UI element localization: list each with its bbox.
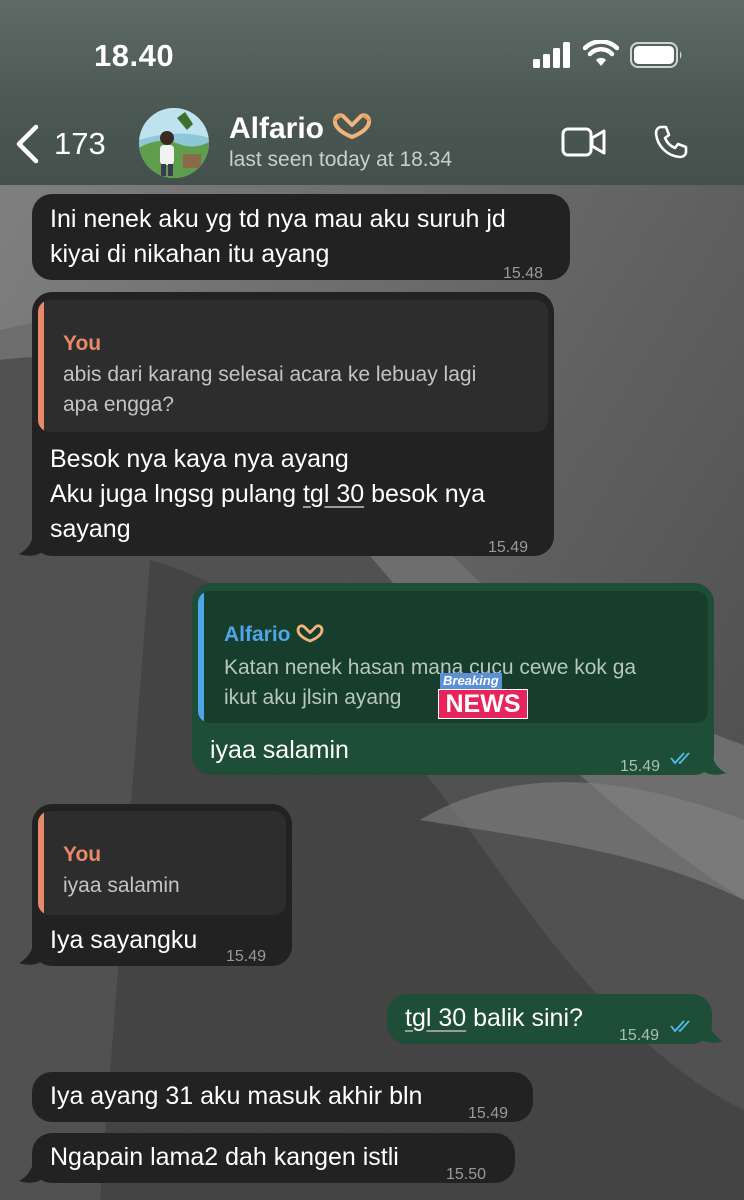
- message-text: sayang: [50, 515, 131, 543]
- sticker-top-text: Breaking: [440, 673, 502, 689]
- message-text: kiyai di nikahan itu ayang: [50, 240, 330, 268]
- quote-author: You: [63, 843, 102, 866]
- status-time: 18.40: [94, 38, 175, 73]
- phone-icon[interactable]: [653, 124, 689, 160]
- chat-header: 18.40 173 Alfario last seen today at 18.…: [0, 0, 744, 185]
- hands-heart-emoji: [297, 624, 324, 643]
- message-text: iyaa salamin: [210, 736, 349, 764]
- quote-text: iyaa salamin: [63, 874, 180, 897]
- quote-accent-bar: [38, 300, 44, 432]
- double-check-icon: [670, 1020, 690, 1033]
- quoted-message[interactable]: You iyaa salamin: [38, 811, 286, 915]
- back-button[interactable]: 173: [14, 120, 106, 168]
- message-time: 15.50: [446, 1166, 487, 1183]
- message-text: tgl 30 balik sini?: [405, 1004, 583, 1032]
- quote-text: apa engga?: [63, 393, 174, 416]
- date-link[interactable]: tgl 30: [303, 480, 364, 508]
- quote-accent-bar: [38, 811, 44, 915]
- message-bubble-incoming[interactable]: Ngapain lama2 dah kangen istli 15.50: [32, 1133, 515, 1183]
- quote-text: Katan nenek hasan mana cucu cewe kok ga: [224, 656, 637, 679]
- battery-icon: [630, 42, 682, 68]
- message-bubble-incoming[interactable]: Iya ayang 31 aku masuk akhir bln 15.49: [32, 1072, 533, 1122]
- message-text: Aku juga lngsg pulang tgl 30 besok nya: [50, 480, 486, 508]
- sticker-bottom-text: NEWS: [438, 689, 528, 719]
- message-time: 15.49: [468, 1105, 509, 1122]
- message-text: Iya sayangku: [50, 926, 198, 954]
- last-seen-status: last seen today at 18.34: [229, 148, 452, 171]
- avatar[interactable]: [139, 108, 209, 178]
- message-time: 15.49: [620, 758, 661, 775]
- breaking-news-sticker: Breaking NEWS: [438, 673, 528, 719]
- message-text: Iya ayang 31 aku masuk akhir bln: [50, 1082, 423, 1110]
- date-link[interactable]: tgl 30: [405, 1004, 466, 1032]
- message-bubble-incoming[interactable]: You iyaa salamin Iya sayangku 15.49: [32, 804, 292, 966]
- message-bubble-outgoing[interactable]: tgl 30 balik sini? 15.49: [387, 994, 712, 1044]
- message-time: 15.48: [503, 265, 544, 282]
- message-text: Besok nya kaya nya ayang: [50, 445, 349, 473]
- signal-icon: [533, 42, 570, 68]
- quote-text: ikut aku jlsin ayang: [224, 686, 402, 709]
- message-text: Ngapain lama2 dah kangen istli: [50, 1143, 399, 1171]
- wifi-icon: [583, 40, 619, 66]
- hands-heart-emoji: [333, 113, 372, 139]
- quote-author: You: [63, 332, 102, 355]
- message-time: 15.49: [619, 1027, 660, 1044]
- message-text: Ini nenek aku yg td nya mau aku suruh jd: [50, 205, 506, 233]
- double-check-icon: [670, 752, 690, 765]
- quote-text: abis dari karang selesai acara ke lebuay…: [63, 363, 477, 386]
- unread-count: 173: [54, 126, 106, 161]
- contact-name[interactable]: Alfario: [229, 112, 372, 146]
- quote-author: Alfario: [224, 617, 324, 652]
- video-camera-icon[interactable]: [561, 126, 607, 158]
- quoted-message[interactable]: You abis dari karang selesai acara ke le…: [38, 300, 548, 432]
- chevron-left-icon: [16, 124, 39, 164]
- quote-accent-bar: [198, 591, 204, 723]
- message-bubble-incoming[interactable]: Ini nenek aku yg td nya mau aku suruh jd…: [32, 194, 570, 282]
- message-time: 15.49: [226, 948, 267, 965]
- message-time: 15.49: [488, 539, 529, 556]
- message-bubble-incoming[interactable]: You abis dari karang selesai acara ke le…: [32, 292, 554, 556]
